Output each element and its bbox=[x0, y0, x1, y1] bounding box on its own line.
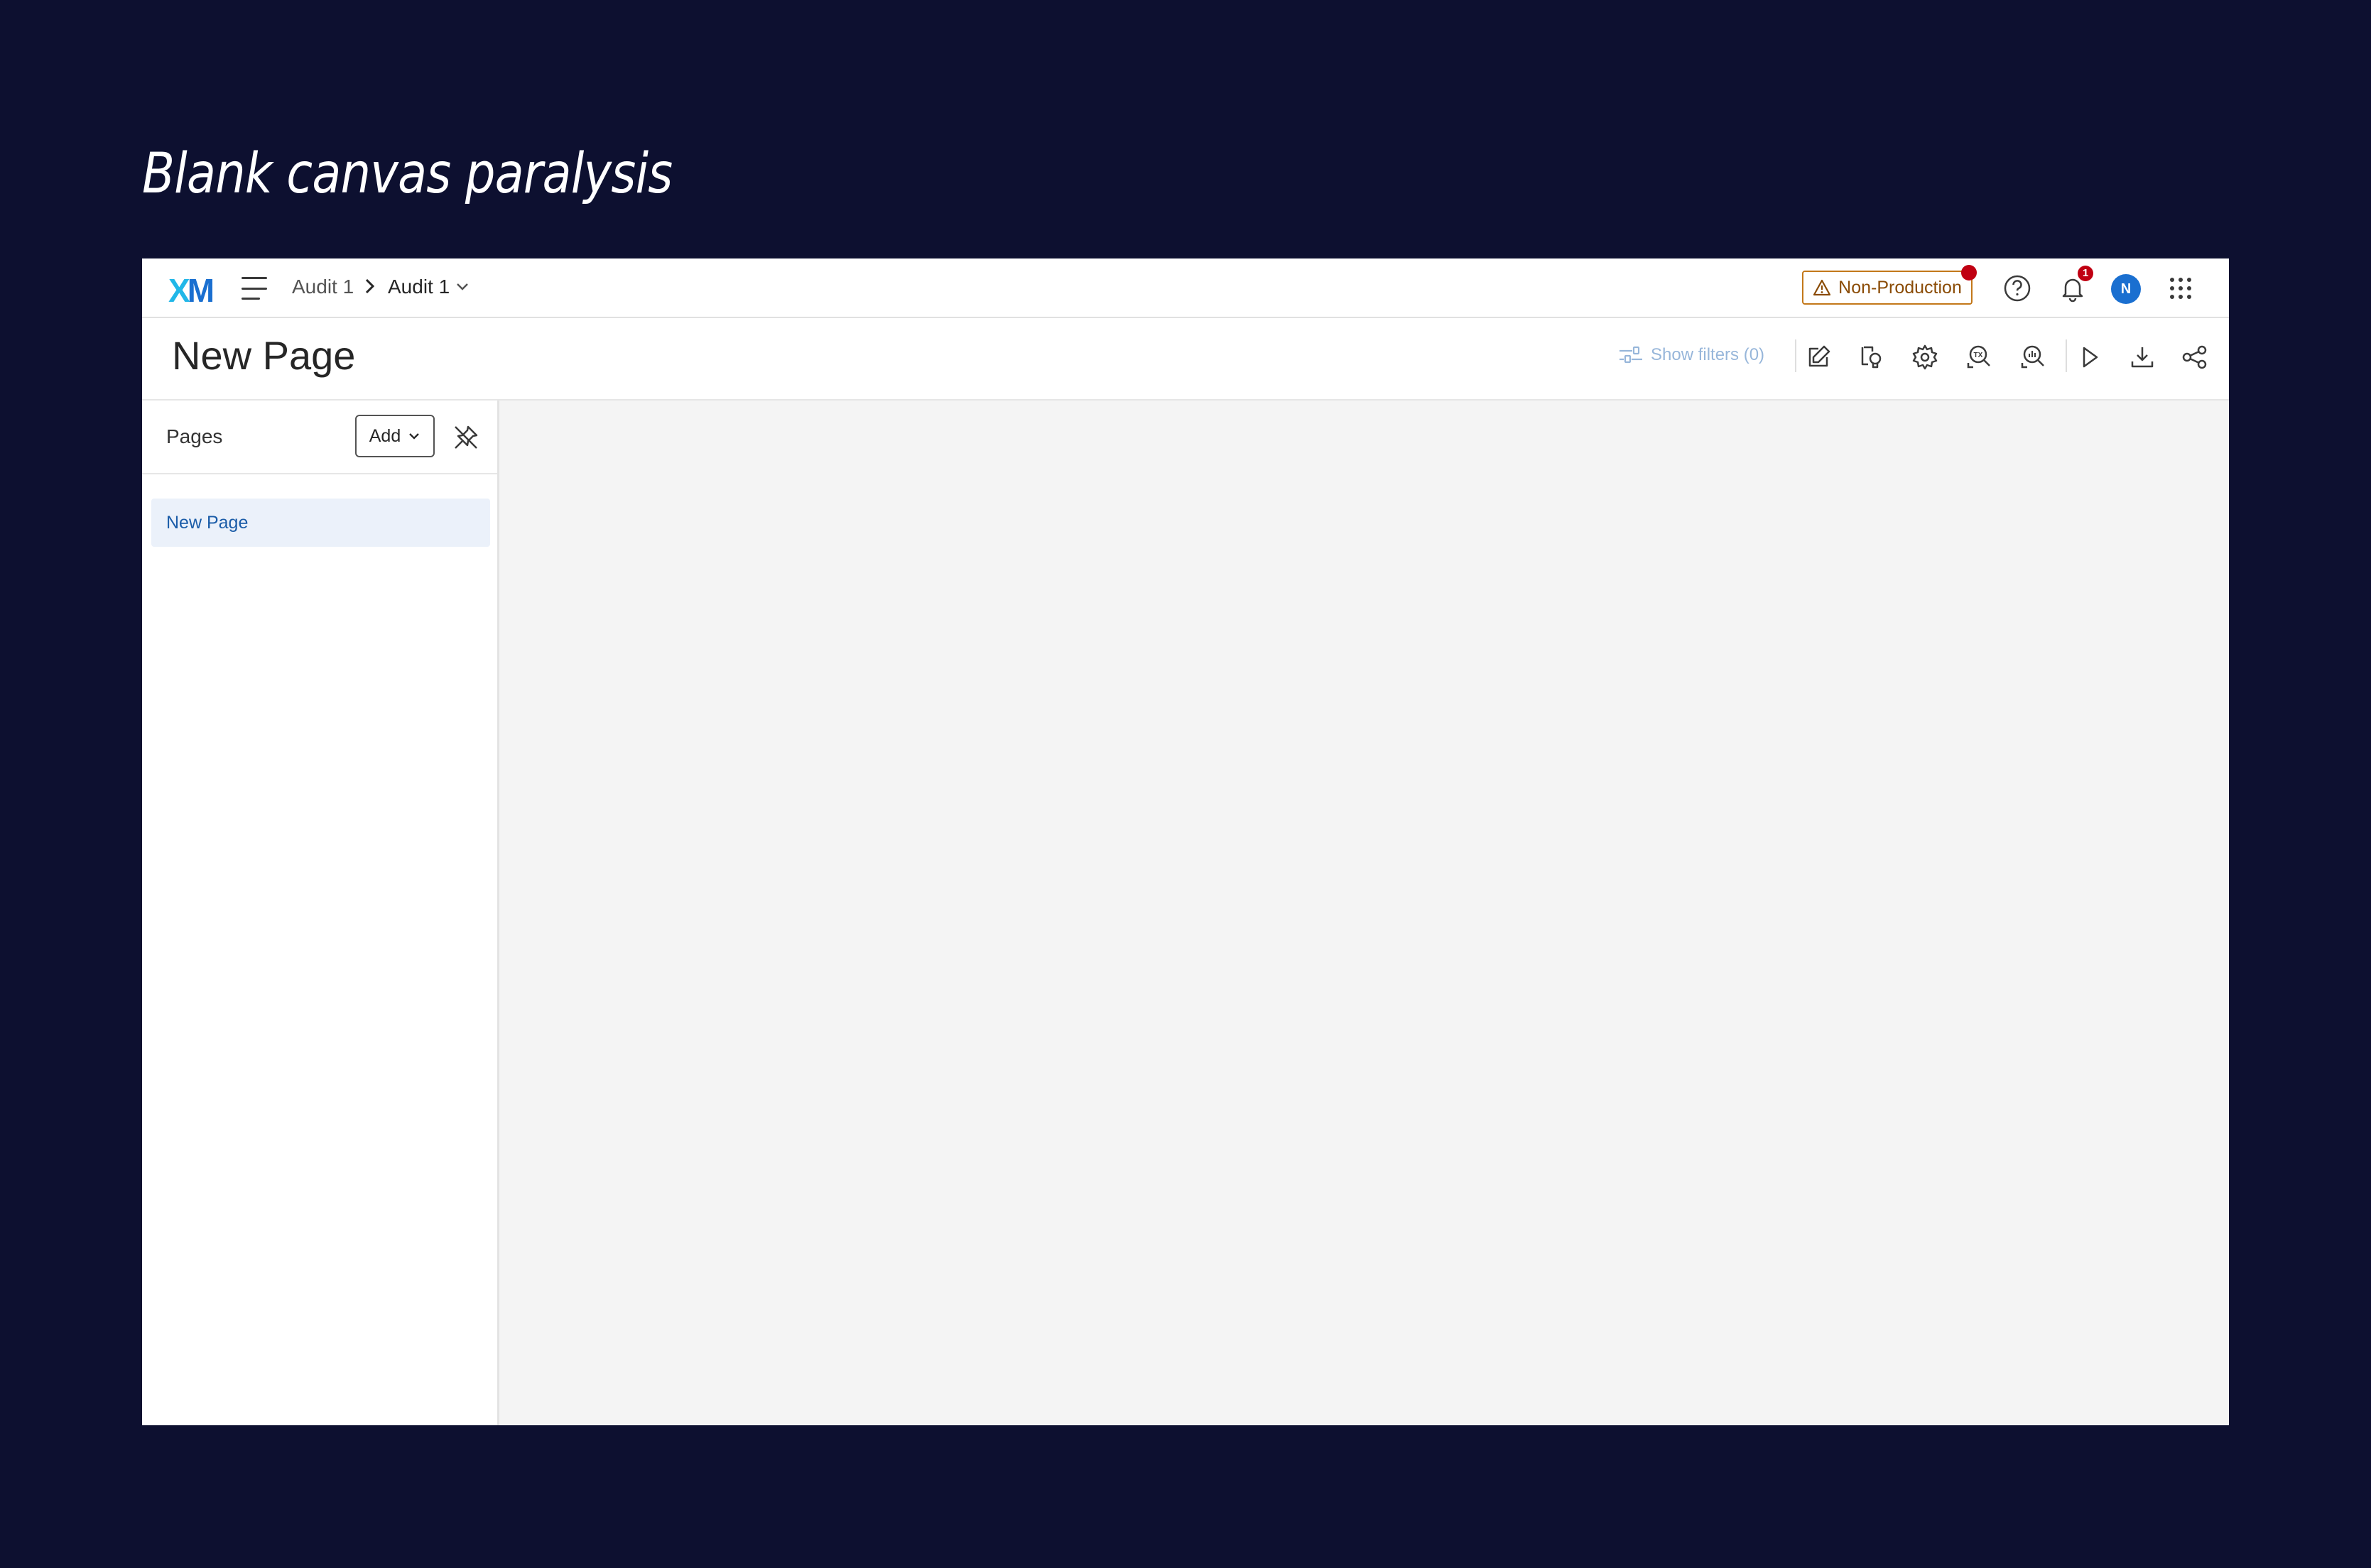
play-icon[interactable] bbox=[2076, 343, 2104, 371]
notification-count-badge: 1 bbox=[2078, 266, 2093, 281]
show-filters-button[interactable]: Show filters (0) bbox=[1618, 344, 1764, 366]
settings-gear-icon[interactable] bbox=[1911, 343, 1939, 371]
user-avatar[interactable]: N bbox=[2111, 274, 2141, 304]
edit-icon[interactable] bbox=[1804, 343, 1833, 371]
question-mark-icon[interactable] bbox=[2002, 273, 2033, 304]
insights-lightbulb-icon[interactable] bbox=[1857, 343, 1885, 371]
show-filters-label: Show filters (0) bbox=[1651, 345, 1765, 364]
svg-text:TX: TX bbox=[1974, 352, 1983, 359]
non-production-badge[interactable]: Non-Production bbox=[1802, 265, 1977, 305]
filter-icon bbox=[1619, 346, 1642, 364]
toolbar-divider-2 bbox=[2066, 339, 2067, 372]
badge-dot bbox=[1961, 265, 1977, 281]
breadcrumb-dashboard[interactable]: Audit 1 bbox=[388, 276, 450, 298]
sidebar-item-new-page[interactable]: New Page bbox=[151, 499, 490, 547]
add-page-button[interactable]: Add bbox=[355, 415, 435, 457]
share-icon[interactable] bbox=[2181, 343, 2209, 371]
unpin-icon[interactable] bbox=[452, 424, 479, 451]
pages-sidebar: Pages Add New Page bbox=[142, 401, 499, 1425]
non-production-label: Non-Production bbox=[1838, 277, 1962, 298]
menu-icon[interactable] bbox=[242, 277, 267, 300]
sidebar-header: Pages Add bbox=[142, 401, 497, 474]
stats-iq-icon[interactable] bbox=[2019, 343, 2047, 371]
add-label: Add bbox=[369, 425, 401, 446]
top-nav: XM Audit 1 Audit 1 Non-Production bbox=[142, 258, 2229, 318]
chevron-right-icon bbox=[365, 278, 375, 294]
logo-m: M bbox=[187, 272, 215, 309]
text-iq-icon[interactable]: TX bbox=[1965, 343, 1993, 371]
chevron-down-icon[interactable] bbox=[455, 279, 470, 295]
download-icon[interactable] bbox=[2128, 343, 2156, 371]
page-header: New Page Show filters (0) TX bbox=[142, 318, 2229, 401]
slide-title: Blank canvas paralysis bbox=[142, 142, 673, 206]
app-grid-icon[interactable] bbox=[2166, 274, 2195, 303]
dashboard-canvas[interactable] bbox=[499, 401, 2229, 1425]
logo-x: X bbox=[168, 272, 190, 309]
warning-icon bbox=[1813, 279, 1831, 296]
pages-title: Pages bbox=[166, 425, 223, 447]
breadcrumb-project[interactable]: Audit 1 bbox=[292, 276, 354, 298]
sidebar-item-label: New Page bbox=[166, 512, 249, 533]
app-window: XM Audit 1 Audit 1 Non-Production 1 N Ne… bbox=[142, 258, 2229, 1425]
chevron-down-icon bbox=[409, 433, 420, 440]
xm-logo[interactable]: XM bbox=[168, 271, 215, 310]
toolbar-divider bbox=[1795, 339, 1796, 372]
page-title: New Page bbox=[172, 333, 356, 378]
